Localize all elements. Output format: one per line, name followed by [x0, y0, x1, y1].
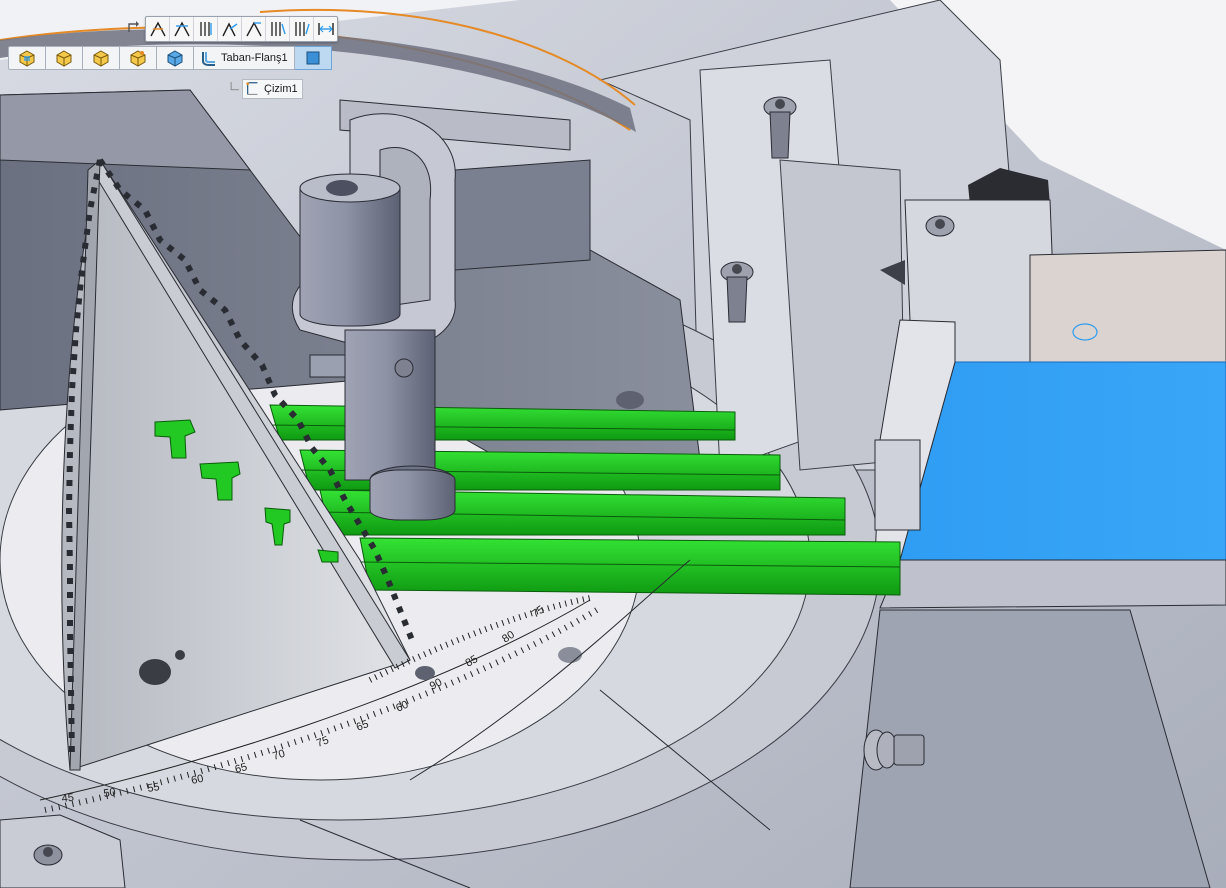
breadcrumb-part[interactable]	[157, 46, 194, 70]
corner-arrow-icon	[128, 21, 139, 32]
fence-block	[454, 159, 591, 271]
breadcrumb-subassembly-3[interactable]	[120, 46, 157, 70]
subassembly-icon	[93, 50, 109, 67]
baseline-dimension-button[interactable]	[218, 17, 242, 41]
selection-breadcrumb: Taban-Flanş1	[8, 46, 332, 70]
model-scene[interactable]: 75 80 85 90 60 65 75 70 65 60 55 50 45	[0, 0, 1226, 888]
clamp-bolt[interactable]	[925, 215, 955, 237]
chamfer-dimension-icon	[294, 22, 310, 36]
scale-label: 45	[61, 792, 74, 805]
smart-dimension-button[interactable]	[146, 17, 170, 41]
fence-hole	[616, 391, 644, 409]
stop-block-face	[874, 439, 921, 531]
angular-dimension-button[interactable]	[266, 17, 290, 41]
baseline-dimension-icon	[221, 22, 237, 37]
vertical-dimension-button[interactable]	[194, 17, 218, 41]
selected-face[interactable]	[899, 361, 1226, 561]
table-hole	[415, 666, 435, 680]
breadcrumb-subassembly-1[interactable]	[46, 46, 83, 70]
breadcrumb-top-assembly[interactable]	[8, 46, 46, 70]
stock-bottom-face	[879, 559, 1226, 609]
path-length-icon	[317, 23, 334, 35]
breadcrumb-sketch-plane[interactable]	[294, 46, 332, 70]
table-slot	[558, 647, 582, 663]
breadcrumb-sketch-node: Çizim1	[228, 79, 303, 99]
chamfer-dimension-button[interactable]	[290, 17, 314, 41]
ordinate-dimension-icon	[245, 21, 262, 37]
breadcrumb-sketch-label: Çizim1	[264, 83, 298, 95]
nut-and-washers[interactable]	[863, 729, 925, 771]
subassembly-icon	[130, 50, 146, 67]
breadcrumb-sketch[interactable]: Çizim1	[242, 79, 303, 99]
smart-dimension-icon	[149, 21, 166, 37]
scale-label: 60	[190, 773, 204, 787]
stock-piece[interactable]	[1029, 249, 1226, 373]
dimension-toolbar	[145, 16, 338, 42]
horizontal-dimension-icon	[173, 21, 190, 37]
scale-label: 55	[146, 781, 160, 795]
flange-feature-icon	[202, 52, 215, 66]
vertical-dimension-icon	[199, 22, 212, 36]
assembly-icon	[19, 50, 35, 67]
sketch-icon	[246, 82, 258, 95]
angular-dimension-icon	[270, 22, 286, 36]
ordinate-dimension-button[interactable]	[242, 17, 266, 41]
path-length-button[interactable]	[314, 17, 337, 41]
scale-label: 50	[103, 786, 117, 800]
breadcrumb-feature[interactable]: Taban-Flanş1	[194, 46, 295, 70]
breadcrumb-subassembly-2[interactable]	[83, 46, 120, 70]
subassembly-icon	[56, 50, 72, 67]
tree-branch-icon	[230, 82, 239, 91]
cad-3d-viewport[interactable]: 75 80 85 90 60 65 75 70 65 60 55 50 45	[0, 0, 1226, 888]
horizontal-dimension-button[interactable]	[170, 17, 194, 41]
sketch-plane-icon	[306, 51, 320, 65]
part-icon	[167, 50, 183, 67]
breadcrumb-feature-label: Taban-Flanş1	[221, 52, 288, 64]
